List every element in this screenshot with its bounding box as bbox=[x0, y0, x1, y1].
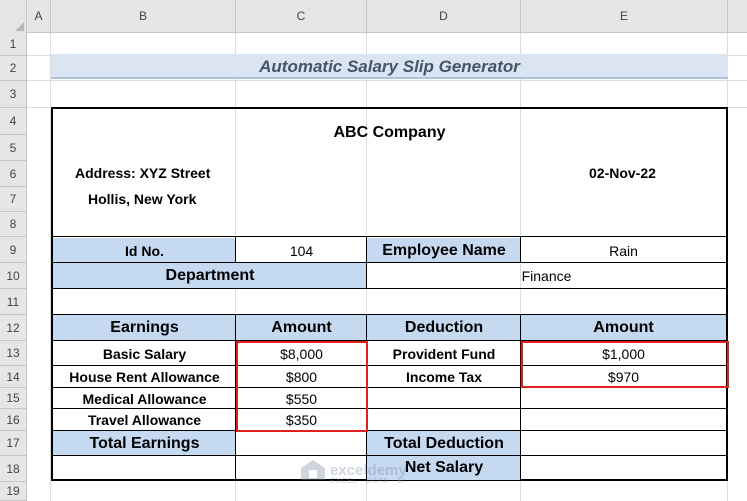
select-all-triangle-icon bbox=[15, 22, 24, 31]
watermark-name: exceldemy bbox=[330, 461, 407, 479]
department-value[interactable]: Finance bbox=[367, 263, 726, 289]
employee-name-value[interactable]: Rain bbox=[521, 238, 726, 263]
column-header-e[interactable]: E bbox=[521, 0, 728, 33]
row-header-9[interactable]: 9 bbox=[0, 237, 27, 263]
deduction-label[interactable]: Provident Fund bbox=[367, 341, 521, 366]
earning-label[interactable]: House Rent Allowance bbox=[53, 366, 236, 388]
column-header-a[interactable]: A bbox=[27, 0, 51, 33]
select-all-corner[interactable] bbox=[0, 0, 27, 33]
earnings-amount-highlight bbox=[236, 341, 368, 432]
row-header-4[interactable]: 4 bbox=[0, 108, 27, 135]
table-border bbox=[235, 236, 236, 263]
table-border bbox=[520, 236, 521, 263]
deduction-amount-highlight bbox=[521, 341, 729, 388]
row-header-16[interactable]: 16 bbox=[0, 409, 27, 431]
slip-date[interactable]: 02-Nov-22 bbox=[589, 165, 656, 181]
table-border bbox=[51, 262, 728, 263]
row-header-8[interactable]: 8 bbox=[0, 212, 27, 237]
spreadsheet: A B C D E 1 2 3 4 5 6 7 8 9 10 11 12 13 … bbox=[0, 0, 747, 501]
gridline bbox=[27, 80, 747, 81]
employee-name-label[interactable]: Employee Name bbox=[367, 238, 521, 263]
earnings-amount-header[interactable]: Amount bbox=[236, 315, 367, 341]
row-header-11[interactable]: 11 bbox=[0, 289, 27, 315]
department-label[interactable]: Department bbox=[53, 263, 367, 289]
row-header-14[interactable]: 14 bbox=[0, 366, 27, 388]
row-header-3[interactable]: 3 bbox=[0, 81, 27, 108]
row-header-17[interactable]: 17 bbox=[0, 431, 27, 456]
row-header-1[interactable]: 1 bbox=[0, 33, 27, 56]
address-line-2[interactable]: Hollis, New York bbox=[88, 191, 196, 207]
net-salary-value[interactable] bbox=[521, 456, 726, 480]
earning-label[interactable]: Basic Salary bbox=[53, 341, 236, 366]
table-border bbox=[51, 288, 728, 289]
row-header-19[interactable]: 19 bbox=[0, 482, 27, 501]
total-earnings-value[interactable] bbox=[236, 431, 367, 456]
row-header-10[interactable]: 10 bbox=[0, 263, 27, 289]
table-border bbox=[366, 236, 367, 289]
row-header-18[interactable]: 18 bbox=[0, 456, 27, 482]
table-border bbox=[51, 408, 728, 409]
row-header-5[interactable]: 5 bbox=[0, 135, 27, 161]
watermark-logo-icon bbox=[301, 460, 325, 480]
row-header-6[interactable]: 6 bbox=[0, 161, 27, 187]
earning-label[interactable]: Travel Allowance bbox=[53, 409, 236, 431]
company-name[interactable]: ABC Company bbox=[51, 124, 728, 142]
column-header-d[interactable]: D bbox=[367, 0, 521, 33]
table-border bbox=[51, 430, 728, 431]
row-header-2[interactable]: 2 bbox=[0, 56, 27, 81]
total-earnings-label[interactable]: Total Earnings bbox=[53, 431, 236, 456]
earnings-header[interactable]: Earnings bbox=[53, 315, 236, 341]
total-deduction-label[interactable]: Total Deduction bbox=[367, 431, 521, 456]
total-deduction-value[interactable] bbox=[521, 431, 726, 456]
column-header-b[interactable]: B bbox=[51, 0, 236, 33]
row-header-12[interactable]: 12 bbox=[0, 315, 27, 341]
sheet-title[interactable]: Automatic Salary Slip Generator bbox=[51, 54, 728, 79]
table-border bbox=[51, 236, 728, 237]
column-header-c[interactable]: C bbox=[236, 0, 367, 33]
row-header-7[interactable]: 7 bbox=[0, 187, 27, 212]
id-value[interactable]: 104 bbox=[236, 238, 367, 263]
deduction-header[interactable]: Deduction bbox=[367, 315, 521, 341]
row-header-15[interactable]: 15 bbox=[0, 388, 27, 409]
address-line-1[interactable]: Address: XYZ Street bbox=[75, 165, 210, 181]
id-label[interactable]: Id No. bbox=[53, 238, 236, 263]
table-border bbox=[51, 314, 728, 315]
earning-label[interactable]: Medical Allowance bbox=[53, 388, 236, 409]
watermark-subtitle: EXCEL · DATA · BI bbox=[330, 478, 406, 485]
deduction-label[interactable]: Income Tax bbox=[367, 366, 521, 388]
deduction-amount-header[interactable]: Amount bbox=[521, 315, 726, 341]
table-border bbox=[520, 314, 521, 480]
row-header-13[interactable]: 13 bbox=[0, 341, 27, 366]
